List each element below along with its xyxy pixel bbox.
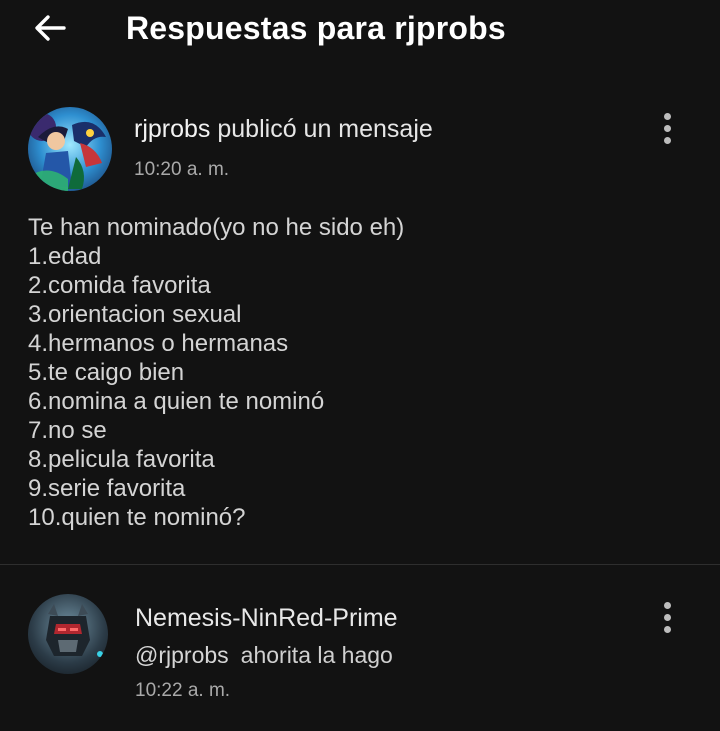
post-body-line: 1.edad (28, 243, 102, 270)
post-action-text: publicó un mensaje (210, 115, 433, 143)
post-body-line: 6.nomina a quien te nominó (28, 388, 325, 415)
post-more-options-button[interactable] (656, 111, 680, 147)
reply-body: @rjprobs ahorita la hago (135, 642, 393, 669)
post-body-line: 10.quien te nominó? (28, 504, 246, 531)
divider (0, 564, 720, 565)
post-body-line: 3.orientacion sexual (28, 301, 242, 328)
post-body-line: 5.te caigo bien (28, 359, 185, 386)
original-post: rjprobs publicó un mensaje 10:20 a. m. T… (0, 95, 720, 565)
post-body-line: 2.comida favorita (28, 272, 211, 299)
post-body-line: 4.hermanos o hermanas (28, 330, 289, 357)
reply-item: Nemesis-NinRed-Prime @rjprobs ahorita la … (0, 590, 720, 731)
post-body-line: 8.pelicula favorita (28, 446, 215, 473)
avatar-image (28, 107, 112, 191)
reply-author-avatar[interactable] (28, 594, 108, 674)
post-timestamp: 10:20 a. m. (134, 159, 230, 180)
reply-timestamp: 10:22 a. m. (135, 680, 231, 701)
reply-author-name[interactable]: Nemesis-NinRed-Prime (135, 604, 398, 633)
avatar-image (28, 594, 108, 674)
top-app-bar: Respuestas para rjprobs (0, 0, 720, 60)
post-body: Te han nominado(yo no he sido eh) 1.edad… (28, 213, 404, 532)
reply-more-options-button[interactable] (656, 600, 680, 636)
post-body-line: 9.serie favorita (28, 475, 186, 502)
mention-link[interactable]: @rjprobs (135, 642, 229, 668)
back-button[interactable] (30, 10, 70, 46)
reply-text: ahorita la hago (240, 642, 393, 668)
post-body-line: 7.no se (28, 417, 107, 444)
page-title: Respuestas para rjprobs (126, 10, 506, 46)
post-header: rjprobs publicó un mensaje (134, 115, 433, 144)
post-author-name[interactable]: rjprobs (134, 115, 210, 143)
post-author-avatar[interactable] (28, 107, 112, 191)
post-body-line: Te han nominado(yo no he sido eh) (28, 214, 405, 241)
arrow-left-icon (35, 15, 66, 41)
